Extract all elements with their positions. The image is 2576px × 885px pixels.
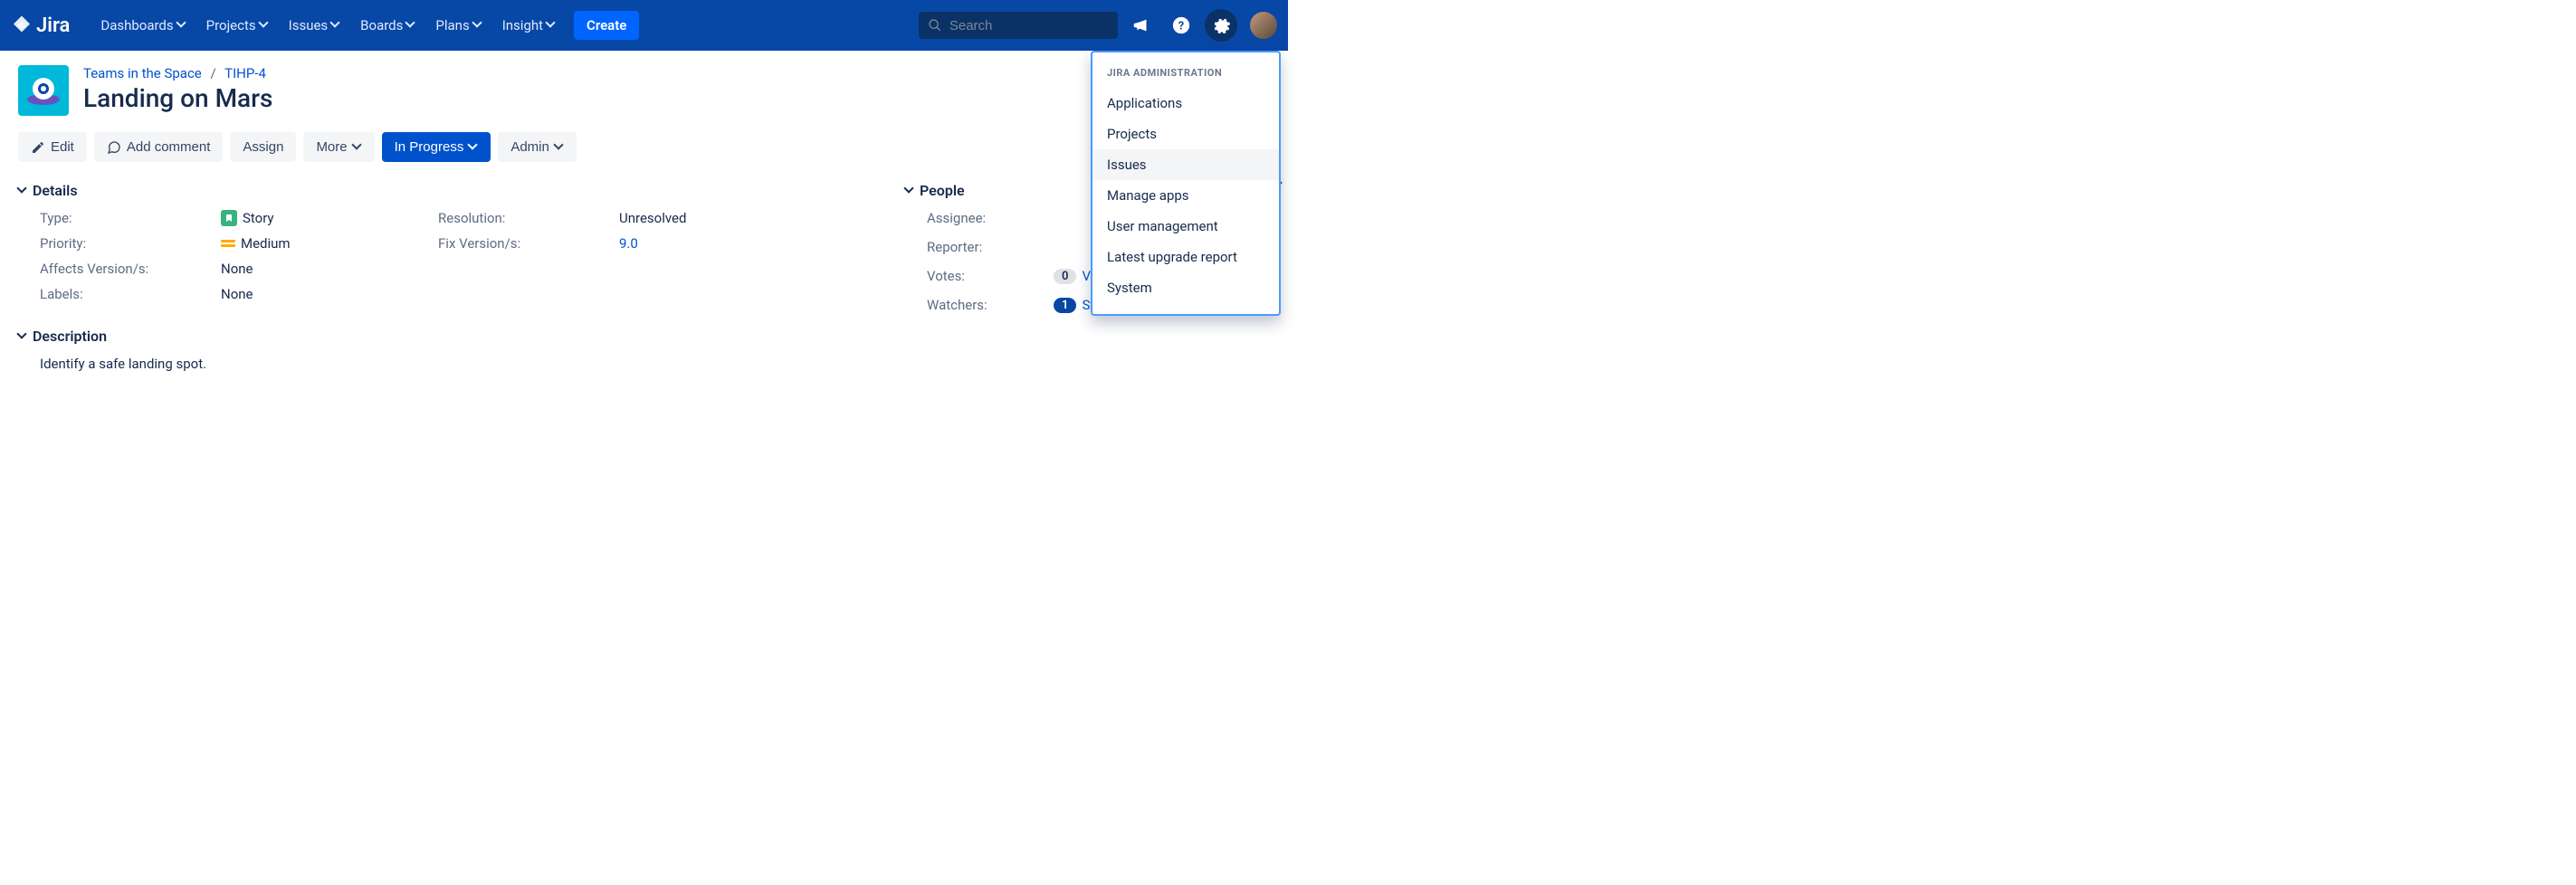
admin-item-projects[interactable]: Projects bbox=[1092, 119, 1279, 149]
admin-item-applications[interactable]: Applications bbox=[1092, 88, 1279, 119]
svg-text:?: ? bbox=[1178, 20, 1184, 33]
chevron-down-icon bbox=[469, 143, 478, 152]
priority-value: Medium bbox=[221, 235, 438, 252]
story-icon bbox=[221, 210, 237, 226]
fixversion-label: Fix Version/s: bbox=[438, 235, 619, 252]
labels-value: None bbox=[221, 286, 438, 302]
resolution-label: Resolution: bbox=[438, 210, 619, 226]
issue-header: Teams in the Space / TIHP-4 Landing on M… bbox=[18, 65, 1270, 116]
labels-label: Labels: bbox=[40, 286, 221, 302]
status-button[interactable]: In Progress bbox=[382, 132, 491, 162]
top-navigation: Jira Dashboards Projects Issues Boards P… bbox=[0, 0, 1288, 51]
nav-projects[interactable]: Projects bbox=[197, 12, 278, 39]
feedback-button[interactable] bbox=[1125, 9, 1158, 42]
votes-count-badge: 0 bbox=[1054, 269, 1076, 284]
fixversion-value: 9.0 bbox=[619, 235, 836, 252]
fixversion-link[interactable]: 9.0 bbox=[619, 235, 638, 252]
admin-item-manage-apps[interactable]: Manage apps bbox=[1092, 180, 1279, 211]
details-grid: Type: Story Resolution: Unresolved Prior… bbox=[40, 210, 869, 302]
nav-insight[interactable]: Insight bbox=[493, 12, 565, 39]
nav-right: ? bbox=[919, 9, 1277, 42]
admin-item-issues[interactable]: Issues bbox=[1092, 149, 1279, 180]
more-button[interactable]: More bbox=[303, 132, 374, 162]
description-text: Identify a safe landing spot. bbox=[40, 356, 869, 372]
description-section: Description Identify a safe landing spot… bbox=[18, 328, 869, 372]
issue-content: JIRA ADMINISTRATION Applications Project… bbox=[0, 51, 1288, 386]
main-column: Details Type: Story Resolution: Unresolv… bbox=[18, 182, 869, 372]
breadcrumb-separator: / bbox=[210, 65, 215, 81]
watchers-label: Watchers: bbox=[927, 297, 1054, 313]
project-avatar-icon bbox=[24, 71, 63, 110]
chevron-down-icon bbox=[18, 186, 27, 195]
dropdown-heading: JIRA ADMINISTRATION bbox=[1092, 63, 1279, 88]
breadcrumb: Teams in the Space / TIHP-4 bbox=[83, 65, 272, 81]
chevron-down-icon bbox=[555, 143, 564, 152]
breadcrumb-issue-link[interactable]: TIHP-4 bbox=[224, 65, 266, 81]
chevron-down-icon bbox=[353, 143, 362, 152]
type-value: Story bbox=[221, 210, 438, 226]
issue-title: Landing on Mars bbox=[83, 83, 272, 113]
help-icon: ? bbox=[1171, 15, 1191, 35]
search-icon bbox=[928, 17, 942, 33]
nav-dashboards[interactable]: Dashboards bbox=[91, 12, 195, 39]
assignee-label: Assignee: bbox=[927, 210, 1054, 226]
comment-icon bbox=[107, 140, 121, 155]
chevron-down-icon bbox=[18, 332, 27, 341]
settings-button[interactable] bbox=[1205, 9, 1237, 42]
edit-button[interactable]: Edit bbox=[18, 132, 87, 162]
megaphone-icon bbox=[1131, 15, 1151, 35]
jira-logo-icon bbox=[11, 14, 33, 36]
nav-issues[interactable]: Issues bbox=[280, 12, 350, 39]
description-section-header[interactable]: Description bbox=[18, 328, 869, 345]
admin-button[interactable]: Admin bbox=[498, 132, 577, 162]
votes-label: Votes: bbox=[927, 268, 1054, 284]
gear-icon bbox=[1211, 15, 1231, 35]
chevron-down-icon bbox=[905, 186, 914, 195]
help-button[interactable]: ? bbox=[1165, 9, 1197, 42]
priority-medium-icon bbox=[221, 240, 235, 247]
nav-plans[interactable]: Plans bbox=[426, 12, 491, 39]
issue-title-block: Teams in the Space / TIHP-4 Landing on M… bbox=[83, 65, 272, 113]
user-avatar[interactable] bbox=[1250, 12, 1277, 39]
chevron-down-icon bbox=[260, 21, 269, 30]
pencil-icon bbox=[31, 140, 45, 155]
content-columns: Details Type: Story Resolution: Unresolv… bbox=[18, 182, 1270, 372]
admin-item-upgrade-report[interactable]: Latest upgrade report bbox=[1092, 242, 1279, 272]
search-input[interactable] bbox=[949, 18, 1109, 33]
admin-dropdown-panel: JIRA ADMINISTRATION Applications Project… bbox=[1091, 51, 1281, 316]
affects-label: Affects Version/s: bbox=[40, 261, 221, 277]
resolution-value: Unresolved bbox=[619, 210, 836, 226]
priority-label: Priority: bbox=[40, 235, 221, 252]
chevron-down-icon bbox=[406, 21, 415, 30]
chevron-down-icon bbox=[473, 21, 482, 30]
project-avatar[interactable] bbox=[18, 65, 69, 116]
nav-boards[interactable]: Boards bbox=[351, 12, 425, 39]
affects-value: None bbox=[221, 261, 438, 277]
breadcrumb-project-link[interactable]: Teams in the Space bbox=[83, 65, 202, 81]
chevron-down-icon bbox=[331, 21, 340, 30]
product-name: Jira bbox=[36, 14, 70, 37]
add-comment-button[interactable]: Add comment bbox=[94, 132, 224, 162]
create-button[interactable]: Create bbox=[574, 11, 639, 40]
assign-button[interactable]: Assign bbox=[230, 132, 296, 162]
reporter-label: Reporter: bbox=[927, 239, 1054, 255]
jira-logo[interactable]: Jira bbox=[11, 14, 70, 37]
chevron-down-icon bbox=[547, 21, 556, 30]
action-bar: Edit Add comment Assign More In Progress… bbox=[18, 132, 1270, 162]
watchers-count-badge: 1 bbox=[1054, 298, 1076, 313]
admin-item-system[interactable]: System bbox=[1092, 272, 1279, 303]
details-section-header[interactable]: Details bbox=[18, 182, 869, 199]
type-label: Type: bbox=[40, 210, 221, 226]
search-box[interactable] bbox=[919, 12, 1118, 39]
primary-nav: Dashboards Projects Issues Boards Plans … bbox=[91, 11, 639, 40]
chevron-down-icon bbox=[177, 21, 186, 30]
admin-item-user-management[interactable]: User management bbox=[1092, 211, 1279, 242]
